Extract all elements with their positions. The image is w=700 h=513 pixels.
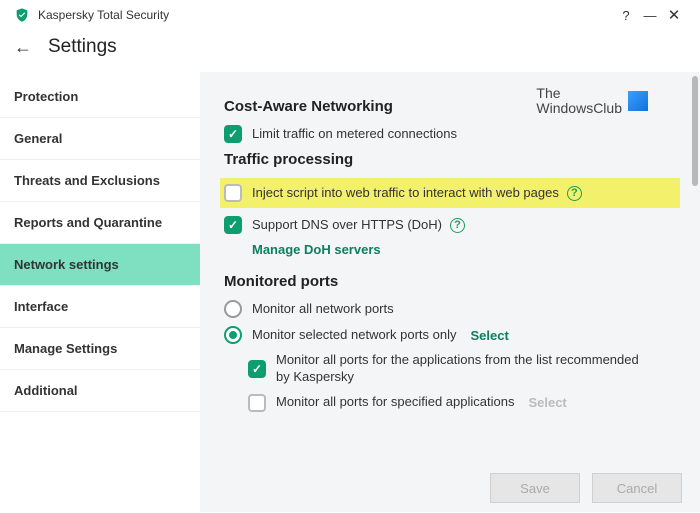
manage-doh-servers-link[interactable]: Manage DoH servers	[252, 242, 676, 257]
sidebar-item-general[interactable]: General	[0, 118, 200, 160]
scrollbar-thumb[interactable]	[692, 76, 698, 186]
dns-doh-label: Support DNS over HTTPS (DoH)	[252, 217, 442, 234]
watermark: The WindowsClub	[536, 86, 648, 115]
limit-traffic-label: Limit traffic on metered connections	[252, 126, 457, 143]
inject-script-checkbox[interactable]	[224, 184, 242, 202]
title-bar: Kaspersky Total Security ? ― ✕	[0, 0, 700, 30]
select-apps-link: Select	[528, 395, 566, 410]
page-title: Settings	[48, 36, 117, 58]
limit-traffic-checkbox[interactable]	[224, 125, 242, 143]
section-traffic-processing-title: Traffic processing	[224, 151, 676, 168]
content-area: The WindowsClub Cost-Aware Networking Li…	[200, 72, 700, 512]
monitor-selected-ports-radio[interactable]	[224, 326, 242, 344]
watermark-line2: WindowsClub	[536, 101, 622, 116]
monitor-recommended-apps-checkbox[interactable]	[248, 360, 266, 378]
monitor-recommended-apps-label: Monitor all ports for the applications f…	[276, 352, 656, 386]
monitor-all-ports-radio[interactable]	[224, 300, 242, 318]
sidebar-item-network-settings[interactable]: Network settings	[0, 244, 200, 286]
inject-script-help-icon[interactable]	[567, 186, 582, 201]
sidebar-item-additional[interactable]: Additional	[0, 370, 200, 412]
monitor-selected-ports-label: Monitor selected network ports only	[252, 327, 456, 344]
watermark-square-icon	[628, 91, 648, 111]
monitor-specified-apps-checkbox[interactable]	[248, 394, 266, 412]
sidebar-item-manage-settings[interactable]: Manage Settings	[0, 328, 200, 370]
sidebar-item-reports[interactable]: Reports and Quarantine	[0, 202, 200, 244]
dns-doh-checkbox[interactable]	[224, 216, 242, 234]
section-monitored-ports-title: Monitored ports	[224, 273, 676, 290]
monitor-specified-apps-label: Monitor all ports for specified applicat…	[276, 394, 514, 411]
header: ← Settings	[0, 30, 700, 72]
sidebar-item-threats[interactable]: Threats and Exclusions	[0, 160, 200, 202]
save-button[interactable]: Save	[490, 473, 580, 503]
app-shield-icon	[14, 7, 30, 23]
minimize-button[interactable]: ―	[638, 8, 662, 23]
sidebar: Protection General Threats and Exclusion…	[0, 72, 200, 512]
help-button[interactable]: ?	[614, 8, 638, 23]
back-arrow-icon[interactable]: ←	[14, 37, 32, 58]
sidebar-item-protection[interactable]: Protection	[0, 76, 200, 118]
inject-script-row-highlight: Inject script into web traffic to intera…	[220, 178, 680, 208]
sidebar-item-interface[interactable]: Interface	[0, 286, 200, 328]
footer-bar: Save Cancel	[200, 464, 700, 512]
close-button[interactable]: ✕	[662, 6, 686, 24]
select-ports-link[interactable]: Select	[470, 328, 508, 343]
cancel-button[interactable]: Cancel	[592, 473, 682, 503]
app-title: Kaspersky Total Security	[38, 8, 614, 22]
watermark-line1: The	[536, 86, 622, 101]
dns-doh-help-icon[interactable]	[450, 218, 465, 233]
inject-script-label: Inject script into web traffic to intera…	[252, 185, 559, 202]
monitor-all-ports-label: Monitor all network ports	[252, 301, 394, 318]
